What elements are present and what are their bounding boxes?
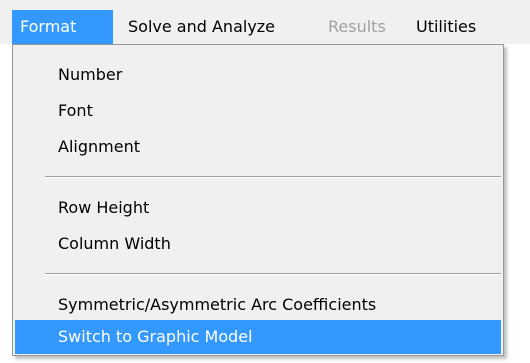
menu-utilities[interactable]: Utilities (408, 10, 484, 44)
menu-results: Results (328, 17, 386, 36)
menu-item-number[interactable]: Number (15, 57, 501, 93)
menu-item-font[interactable]: Font (15, 93, 501, 129)
menu-item-arc-coefficients[interactable]: Symmetric/Asymmetric Arc Coefficients (15, 287, 501, 323)
format-dropdown-menu: Number Font Alignment Row Height Column … (12, 44, 504, 356)
menu-item-switch-to-graphic-model[interactable]: Switch to Graphic Model (15, 320, 501, 354)
menu-bar: Format Solve and Analyze Results Utiliti… (0, 0, 530, 44)
menu-separator (45, 273, 501, 275)
screen: Format Solve and Analyze Results Utiliti… (0, 0, 530, 363)
menu-solve-and-analyze[interactable]: Solve and Analyze (120, 10, 283, 44)
menu-format[interactable]: Format (12, 10, 113, 44)
menu-item-alignment[interactable]: Alignment (15, 129, 501, 165)
menu-item-column-width[interactable]: Column Width (15, 226, 501, 262)
menu-separator (45, 176, 501, 178)
menu-item-row-height[interactable]: Row Height (15, 190, 501, 226)
